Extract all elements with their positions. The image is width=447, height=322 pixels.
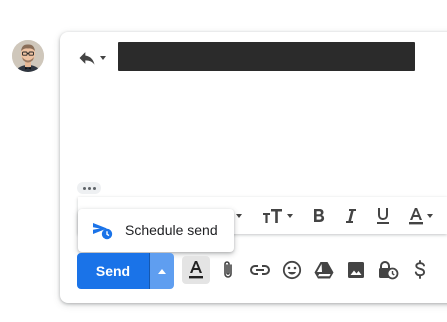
- insert-emoji-button[interactable]: [278, 256, 306, 284]
- send-button-group: Send: [77, 253, 174, 289]
- font-size-button[interactable]: [258, 197, 296, 234]
- avatar: [12, 40, 44, 72]
- more-send-options-button[interactable]: [149, 253, 174, 289]
- italic-icon: [346, 208, 356, 223]
- bold-icon: [314, 208, 325, 222]
- insert-link-icon: [250, 265, 270, 275]
- insert-link-button[interactable]: [246, 256, 274, 284]
- insert-photo-button[interactable]: [342, 256, 370, 284]
- chevron-down-icon: [426, 213, 433, 218]
- recipients-field[interactable]: [118, 42, 415, 71]
- underline-icon: [377, 207, 389, 224]
- show-trimmed-content-button[interactable]: [77, 182, 101, 194]
- formatting-options-button[interactable]: [182, 256, 210, 284]
- chevron-down-icon: [100, 56, 106, 60]
- chevron-down-icon: [286, 213, 293, 218]
- schedule-send-label: Schedule send: [125, 222, 218, 238]
- schedule-send-icon: [93, 223, 113, 240]
- font-size-icon: [262, 208, 282, 223]
- underline-button[interactable]: [370, 197, 396, 234]
- bold-button[interactable]: [306, 197, 332, 234]
- attach-file-button[interactable]: [214, 256, 242, 284]
- google-drive-icon: [314, 262, 334, 279]
- google-drive-button[interactable]: [310, 256, 338, 284]
- avatar-image: [12, 40, 44, 72]
- compose-screen: Schedule send Send: [0, 0, 447, 322]
- schedule-send-menu-item[interactable]: Schedule send: [78, 209, 234, 252]
- reply-icon: [79, 52, 95, 65]
- send-button[interactable]: Send: [77, 253, 149, 289]
- italic-button[interactable]: [338, 197, 364, 234]
- formatting-options-icon: [189, 261, 203, 279]
- chevron-down-icon: [235, 213, 242, 218]
- insert-photo-icon: [348, 262, 364, 278]
- text-color-icon: [408, 207, 423, 224]
- attach-file-icon: [224, 261, 232, 278]
- insert-emoji-icon: [282, 260, 302, 280]
- caret-up-icon: [158, 268, 166, 274]
- insert-money-icon: [414, 260, 426, 279]
- confidential-mode-icon: [379, 261, 399, 280]
- reply-type-button[interactable]: [77, 47, 113, 69]
- text-color-button[interactable]: [402, 197, 438, 234]
- confidential-mode-button[interactable]: [374, 256, 402, 284]
- insert-money-button[interactable]: [406, 256, 434, 284]
